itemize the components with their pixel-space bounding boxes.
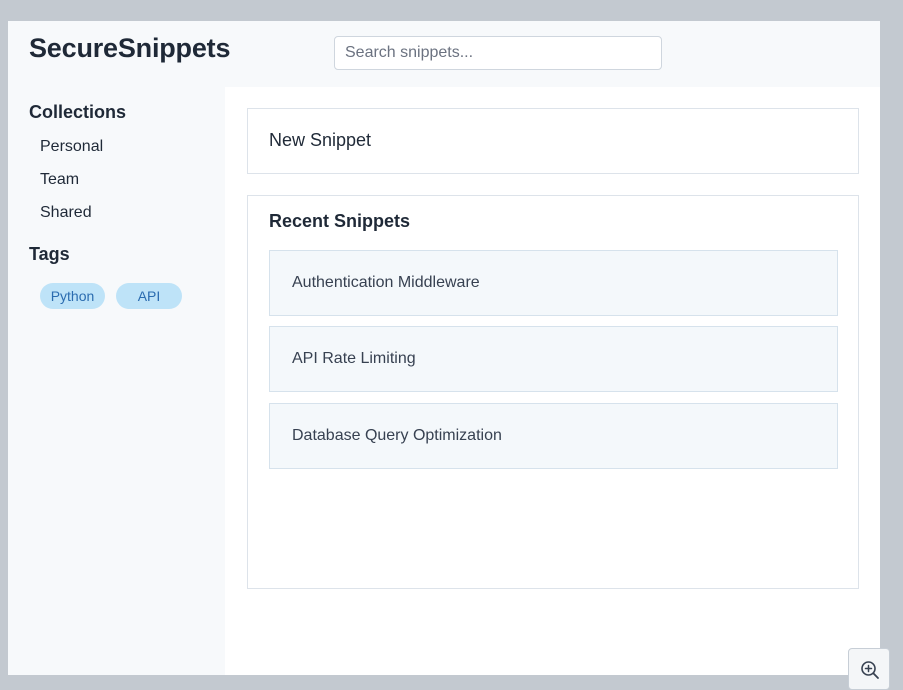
zoom-in-icon (861, 661, 879, 679)
sidebar-item-personal[interactable]: Personal (40, 138, 103, 156)
main-content: New Snippet Recent Snippets Authenticati… (225, 87, 880, 675)
snippet-title: Authentication Middleware (292, 274, 480, 291)
tag-python[interactable]: Python (40, 283, 105, 309)
recent-snippets-panel: Recent Snippets Authentication Middlewar… (247, 195, 859, 589)
list-item[interactable]: API Rate Limiting (269, 326, 838, 392)
recent-snippets-title: Recent Snippets (269, 211, 411, 231)
tag-api[interactable]: API (116, 283, 182, 309)
list-item[interactable]: Database Query Optimization (269, 403, 838, 469)
new-snippet-button[interactable]: New Snippet (269, 130, 371, 151)
app-header: SecureSnippets (8, 21, 880, 87)
sidebar: Collections Personal Team Shared Tags Py… (8, 87, 225, 675)
app-window: SecureSnippets Collections Personal Team… (8, 21, 880, 675)
new-snippet-card[interactable]: New Snippet (247, 108, 859, 174)
tags-title: Tags (29, 244, 70, 264)
snippet-title: Database Query Optimization (292, 427, 502, 444)
zoom-button[interactable] (848, 648, 890, 690)
snippet-title: API Rate Limiting (292, 350, 416, 367)
sidebar-item-shared[interactable]: Shared (40, 204, 92, 222)
app-title: SecureSnippets (29, 33, 231, 63)
collections-title: Collections (29, 102, 127, 122)
search-input[interactable] (334, 36, 662, 70)
list-item[interactable]: Authentication Middleware (269, 250, 838, 316)
sidebar-item-team[interactable]: Team (40, 171, 79, 189)
